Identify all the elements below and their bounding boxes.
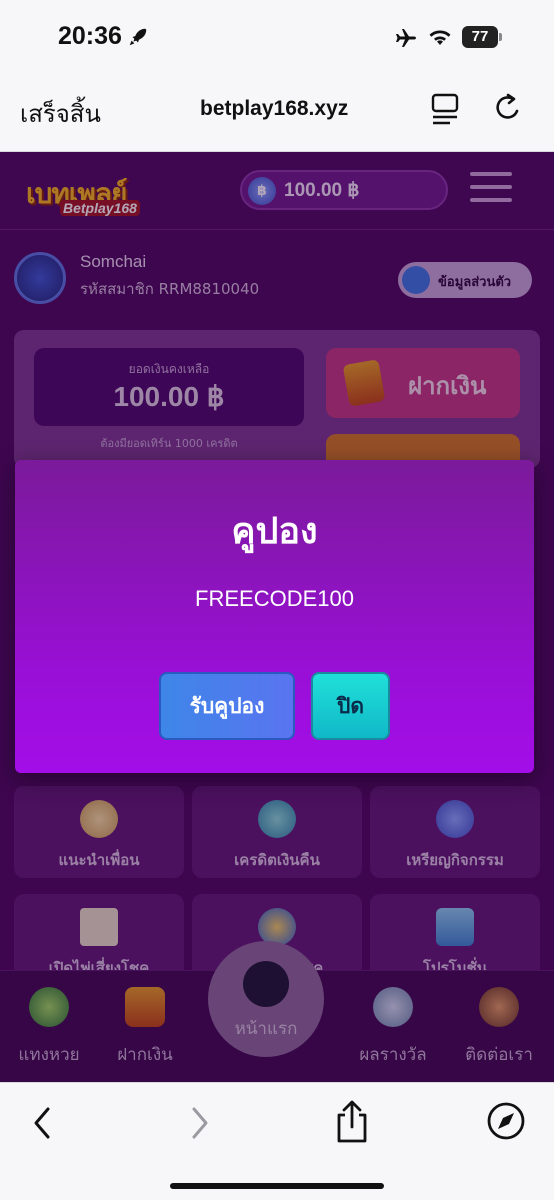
compass-icon[interactable]: [486, 1101, 526, 1141]
browser-address-bar: เสร็จสิ้น betplay168.xyz: [0, 74, 554, 152]
share-icon[interactable]: [332, 1099, 372, 1145]
battery-level: 77: [462, 26, 498, 48]
coupon-modal: คูปอง FREECODE100 รับคูปอง ปิด: [15, 460, 534, 773]
claim-coupon-button[interactable]: รับคูปอง: [159, 672, 295, 740]
wifi-icon: [429, 30, 451, 45]
battery-indicator: 77: [462, 26, 502, 48]
coupon-code: FREECODE100: [195, 586, 354, 611]
battery-tip: [499, 33, 502, 41]
airplane-icon: [396, 29, 416, 47]
home-indicator: [170, 1183, 384, 1189]
status-bar: 20:36 77: [0, 0, 554, 74]
done-button[interactable]: เสร็จสิ้น: [20, 94, 101, 133]
back-icon[interactable]: [28, 1103, 56, 1143]
url-field[interactable]: betplay168.xyz: [200, 97, 348, 121]
close-button[interactable]: ปิด: [311, 672, 390, 740]
rocket-icon: [129, 28, 147, 46]
modal-title: คูปอง: [231, 511, 318, 552]
forward-icon[interactable]: [186, 1103, 214, 1143]
reload-icon[interactable]: [492, 92, 524, 126]
reader-view-icon[interactable]: [430, 92, 460, 126]
browser-toolbar: [0, 1082, 554, 1200]
status-time: 20:36: [58, 22, 122, 50]
